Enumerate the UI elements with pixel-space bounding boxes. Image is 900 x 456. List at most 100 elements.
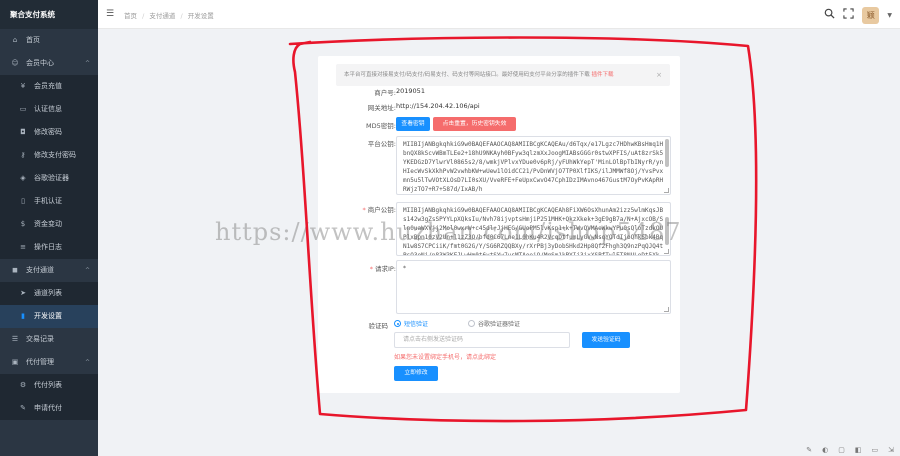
send-icon: ➤ [20, 289, 26, 297]
radio-sms-label: 短信验证 [404, 321, 429, 328]
dev-settings-card: 本平台可直接对接易支付/码支付/码易支付、码支付等网站接口。最好使用码支付平台分… [318, 56, 680, 393]
md5-key-label: MD5密钥: [366, 122, 396, 130]
sidebar-item[interactable]: ▣ 代付管理 ^ [0, 351, 98, 374]
gear-icon: ⚙ [19, 381, 27, 389]
chevron-up-icon: ^ [84, 60, 90, 67]
submit-button[interactable]: 立即修改 [394, 366, 438, 381]
resize-handle[interactable] [664, 307, 669, 312]
breadcrumb-channel[interactable]: 支付通道 [149, 12, 175, 20]
callback-ip-text: * [403, 265, 406, 272]
close-icon[interactable]: × [656, 64, 662, 86]
callback-ip-label: * 请求IP: [326, 263, 396, 273]
breadcrumb-sep: / [142, 12, 145, 20]
tool-icon[interactable]: ▭ [872, 446, 879, 454]
tool-icon[interactable]: ◧ [855, 446, 862, 454]
gateway-label: 网关地址: [367, 104, 396, 112]
notice-text: 本平台可直接对接易支付/码支付/码易支付、码支付等网站接口。最好使用码支付平台分… [344, 72, 590, 78]
tool-icon[interactable]: ▢ [838, 446, 845, 454]
merchant-key-text: MIIBIjANBgkqhkiG9w0BAQEFAAOCAQ8AMIIBCgKC… [403, 207, 664, 256]
phone-icon: ▯ [21, 197, 25, 205]
tool-icon[interactable]: ◐ [822, 446, 828, 454]
sidebar-item-label: 申请代付 [34, 404, 62, 412]
breadcrumb-sep: / [180, 12, 183, 20]
sidebar-item-label: 开发设置 [34, 312, 62, 320]
required-mark: * [369, 265, 373, 273]
callback-ip-label-text: 请求IP: [374, 265, 396, 273]
sidebar-item[interactable]: ➤ 通道列表 [0, 282, 98, 305]
sidebar-item[interactable]: ◈ 谷歌验证器 [0, 167, 98, 190]
breadcrumb-home[interactable]: 首页 [124, 12, 137, 20]
breadcrumb-current: 开发设置 [187, 12, 214, 20]
sidebar-menu: ⌂ 首页 ☺ 会员中心 ^ ¥ 会员充值 ▭ 认证信息 ◘ 修改密码 ⚷ 修改支付密码 ◈ 谷歌验证器 ▯ 手机… [0, 29, 98, 420]
plugin-download-link[interactable]: 插件下载 [591, 72, 613, 78]
chevron-up-icon: ^ [84, 359, 90, 366]
verify-code-input[interactable]: 请点击右侧发送验证码 [394, 332, 570, 348]
send-code-button[interactable]: 发送验证码 [582, 332, 630, 348]
callback-ip-textarea[interactable]: * [396, 260, 671, 314]
dev-icon: ▮ [21, 312, 25, 320]
sidebar-item-label: 修改密码 [34, 128, 62, 136]
view-key-button[interactable]: 查看密钥 [396, 117, 430, 131]
sidebar-item[interactable]: ☰ 交易记录 [0, 328, 98, 351]
sidebar-item[interactable]: ⌂ 首页 [0, 29, 98, 52]
sidebar: 聚合支付系统 ⌂ 首页 ☺ 会员中心 ^ ¥ 会员充值 ▭ 认证信息 ◘ 修改密码 ⚷ 修改支付密码 ◈ 谷… [0, 0, 98, 456]
radio-sms[interactable]: 短信验证 [394, 319, 428, 328]
menu-toggle-icon[interactable]: ☰ [106, 9, 114, 19]
scrollbar[interactable] [665, 139, 669, 167]
sidebar-item-label: 代付列表 [34, 381, 62, 389]
channel-icon: ◼ [12, 266, 18, 274]
lock-icon: ◘ [20, 128, 26, 136]
merchant-id-label: 商户号: [374, 89, 396, 97]
sidebar-item-label: 修改支付密码 [34, 151, 76, 159]
gateway-value: http://154.204.42.106/api [396, 102, 480, 110]
money-icon: $ [20, 220, 26, 228]
sidebar-item[interactable]: ⚷ 修改支付密码 [0, 144, 98, 167]
sidebar-item[interactable]: ✎ 申请代付 [0, 397, 98, 420]
reset-key-button[interactable]: 点击重置，历史密钥失效 [433, 117, 516, 131]
resize-handle[interactable] [664, 249, 669, 254]
platform-key-textarea[interactable]: MIIBIjANBgkqhkiG9w0BAQEFAAOCAQ8AMIIBCgKC… [396, 136, 671, 195]
sidebar-item-label: 认证信息 [34, 105, 62, 113]
sidebar-item[interactable]: ▭ 认证信息 [0, 98, 98, 121]
merchant-key-textarea[interactable]: MIIBIjANBgkqhkiG9w0BAQEFAAOCAQ8AMIIBCgKC… [396, 202, 671, 256]
verify-label: 验证码 [368, 322, 389, 330]
sidebar-item-label: 代付管理 [26, 358, 54, 366]
app-root: 聚合支付系统 ⌂ 首页 ☺ 会员中心 ^ ¥ 会员充值 ▭ 认证信息 ◘ 修改密码 ⚷ 修改支付密码 ◈ 谷… [0, 0, 900, 456]
sidebar-item-label: 通道列表 [34, 289, 62, 297]
scrollbar[interactable] [665, 217, 669, 245]
header-tools: 颖 ▼ [824, 5, 892, 25]
user-icon: ☺ [11, 59, 19, 67]
chevron-down-icon[interactable]: ▼ [887, 12, 892, 19]
sidebar-item[interactable]: ◼ 支付通道 ^ [0, 259, 98, 282]
platform-key-label: 平台公钥: [367, 140, 396, 148]
top-header: ☰ 首页 / 支付通道 / 开发设置 颖 ▼ [98, 0, 900, 29]
card-icon: ▭ [19, 105, 27, 113]
sidebar-item[interactable]: ☺ 会员中心 ^ [0, 52, 98, 75]
resize-handle[interactable] [664, 188, 669, 193]
breadcrumb: 首页 / 支付通道 / 开发设置 [124, 10, 217, 20]
fullscreen-icon[interactable] [843, 8, 855, 22]
sidebar-item-label: 手机认证 [34, 197, 62, 205]
sidebar-item[interactable]: ▮ 开发设置 [0, 305, 98, 328]
sidebar-item[interactable]: ▯ 手机认证 [0, 190, 98, 213]
radio-google[interactable]: 谷歌验证器验证 [468, 319, 520, 328]
sidebar-item-label: 会员中心 [26, 59, 54, 67]
radio-dot [394, 320, 401, 327]
sidebar-item[interactable]: ≡ 操作日志 [0, 236, 98, 259]
required-mark: * [362, 206, 366, 214]
sidebar-item[interactable]: ◘ 修改密码 [0, 121, 98, 144]
sidebar-item[interactable]: $ 资金变动 [0, 213, 98, 236]
yen-icon: ¥ [20, 82, 26, 90]
bind-phone-hint[interactable]: 如果您未设置绑定手机号，请点此绑定 [394, 352, 496, 361]
tool-icon[interactable]: ✎ [806, 446, 812, 454]
avatar[interactable]: 颖 [862, 6, 880, 24]
search-icon[interactable] [824, 8, 835, 22]
sidebar-item-label: 谷歌验证器 [34, 174, 69, 182]
shield-icon: ◈ [20, 174, 26, 182]
log-icon: ≡ [20, 243, 26, 251]
merchant-id-value: 2019051 [396, 87, 425, 95]
tool-icon[interactable]: ⇲ [888, 446, 894, 454]
brand-title: 聚合支付系统 [0, 0, 98, 29]
sidebar-item[interactable]: ¥ 会员充值 [0, 75, 98, 98]
sidebar-item[interactable]: ⚙ 代付列表 [0, 374, 98, 397]
